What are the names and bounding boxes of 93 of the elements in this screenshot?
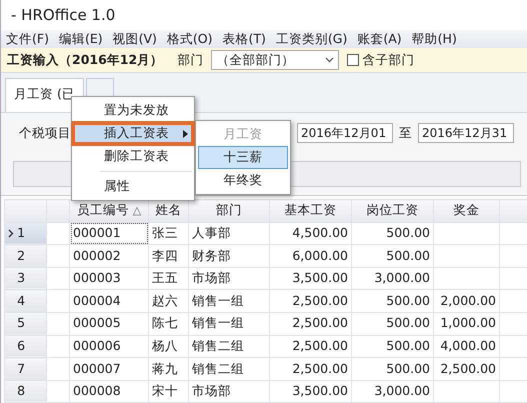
table-cell: 2,000.00 — [434, 290, 500, 312]
table-cell: 000007 — [70, 358, 148, 380]
table-cell: 人事部 — [188, 222, 270, 245]
row-header[interactable]: 6 — [4, 335, 46, 358]
menu-item[interactable]: 删除工资表 — [72, 145, 194, 168]
table-cell: 财务部 — [188, 244, 270, 268]
table-cell: 6,000.00 — [270, 244, 352, 268]
table-cell: 杨八 — [148, 335, 188, 358]
table-cell: 3,000.00 — [352, 267, 434, 290]
table-cell: 000001 — [70, 222, 148, 245]
menu-item[interactable]: 帮助(H) — [406, 30, 462, 48]
checkbox-label[interactable]: 含子部门 — [362, 50, 415, 70]
table-cell: 3,000.00 — [352, 380, 434, 403]
table-cell: 陈七 — [148, 312, 188, 336]
page-title: 工资输入（2016年12月） — [7, 50, 164, 69]
current-row-icon — [8, 228, 14, 238]
table-cell: 1,000.00 — [434, 312, 500, 336]
column-header[interactable]: 岗位工资 — [352, 200, 434, 222]
row-number: 8 — [17, 382, 26, 400]
table-cell: 销售一组 — [188, 290, 270, 312]
table-cell: 2,500.00 — [270, 358, 352, 380]
caret-icon — [325, 57, 334, 63]
menu-item[interactable]: 表格(T) — [218, 30, 271, 48]
menu-item[interactable]: 十三薪 — [198, 146, 288, 169]
checkbox[interactable] — [347, 54, 360, 66]
table-cell: 000003 — [70, 267, 148, 290]
filter-label: 个税项目 — [19, 124, 71, 142]
row-number: 7 — [17, 360, 26, 378]
row-header[interactable]: 4 — [4, 290, 46, 312]
department-dropdown[interactable]: （全部部门） — [211, 50, 340, 70]
row-number: 6 — [17, 336, 26, 355]
table-cell: 2,500.00 — [270, 335, 352, 358]
menu-item[interactable]: 格式(O) — [162, 30, 218, 48]
menu-item[interactable]: 账套(A) — [352, 30, 407, 48]
row-header[interactable]: 2 — [4, 244, 46, 268]
row-number: 5 — [17, 314, 26, 332]
column-header[interactable]: 基本工资 — [270, 200, 352, 222]
row-header[interactable]: 5 — [4, 312, 46, 336]
table-cell: 2,500.00 — [434, 358, 500, 380]
table-cell: 3,500.00 — [270, 267, 352, 290]
sort-indicator: △ — [132, 204, 142, 218]
menu-item[interactable]: 插入工资表 — [72, 122, 194, 145]
row-number: 2 — [17, 246, 26, 265]
table-cell: 李四 — [148, 244, 188, 268]
table-cell: 000004 — [70, 290, 148, 312]
table-cell: 500.00 — [352, 335, 434, 358]
table-cell: 000006 — [70, 335, 148, 358]
table-cell: 2,500.00 — [270, 290, 352, 312]
table-cell: 蒋九 — [148, 358, 188, 380]
table-cell: 2,500.00 — [270, 312, 352, 336]
table-cell: 王五 — [148, 267, 188, 290]
submenu-arrow-icon — [182, 130, 188, 138]
table-cell: 000002 — [70, 244, 148, 268]
table-cell: 500.00 — [352, 290, 434, 312]
column-header[interactable]: 奖金 — [434, 200, 500, 222]
menu-item[interactable]: 编辑(E) — [54, 30, 108, 48]
row-number: 1 — [17, 224, 26, 242]
table-cell: 销售二组 — [188, 358, 270, 380]
table-cell: 赵六 — [148, 290, 188, 312]
department-label: 部门 — [177, 50, 204, 69]
table-cell: 500.00 — [352, 358, 434, 380]
table-cell: 宋十 — [148, 380, 188, 403]
row-number: 4 — [17, 292, 26, 310]
table-cell: 市场部 — [188, 267, 270, 290]
row-number: 3 — [17, 269, 26, 288]
menu-item[interactable]: 文件(F) — [1, 30, 54, 48]
table-cell: 4,500.00 — [270, 222, 352, 245]
table-cell: 500.00 — [352, 312, 434, 336]
menu-item[interactable]: 视图(V) — [108, 30, 162, 48]
window-title: - HROffice 1.0 — [11, 4, 116, 26]
menu-item[interactable]: 工资类别(G) — [270, 30, 352, 48]
table-cell: 500.00 — [352, 244, 434, 268]
table-cell: 4,000.00 — [434, 335, 500, 358]
column-header[interactable]: 员工编号 △ — [70, 200, 148, 222]
table-cell: 销售二组 — [188, 335, 270, 358]
table-cell: 500.00 — [352, 222, 434, 245]
menu-item[interactable]: 年终奖 — [198, 169, 288, 192]
table-cell: 市场部 — [188, 380, 270, 403]
row-header[interactable]: 8 — [4, 380, 46, 403]
date-field[interactable]: 2016年12月31 — [418, 123, 514, 143]
row-header[interactable]: 3 — [4, 267, 46, 290]
row-header[interactable]: 7 — [4, 358, 46, 380]
table-cell: 销售一组 — [188, 312, 270, 336]
column-header[interactable]: 部门 — [188, 200, 270, 222]
table-cell: 张三 — [148, 222, 188, 245]
to-label: 至 — [399, 124, 412, 142]
date-field[interactable]: 2016年12月01 — [297, 123, 393, 143]
menu-item[interactable]: 属性 — [72, 175, 194, 198]
table-cell: 000005 — [70, 312, 148, 336]
table-cell: 3,500.00 — [270, 380, 352, 403]
row-header[interactable]: 1 — [4, 222, 46, 245]
corner-cell — [4, 200, 46, 222]
table-cell: 000008 — [70, 380, 148, 403]
